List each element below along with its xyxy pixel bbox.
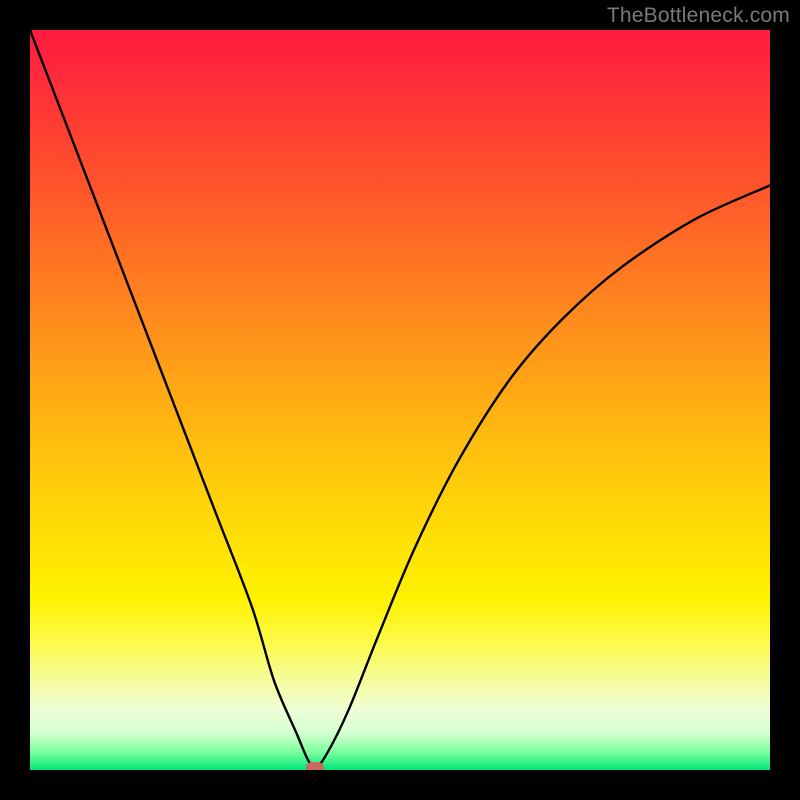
bottleneck-curve [30, 30, 770, 770]
optimal-point-marker [306, 762, 324, 770]
plot-area [30, 30, 770, 770]
chart-frame: TheBottleneck.com [0, 0, 800, 800]
watermark-text: TheBottleneck.com [607, 4, 790, 28]
